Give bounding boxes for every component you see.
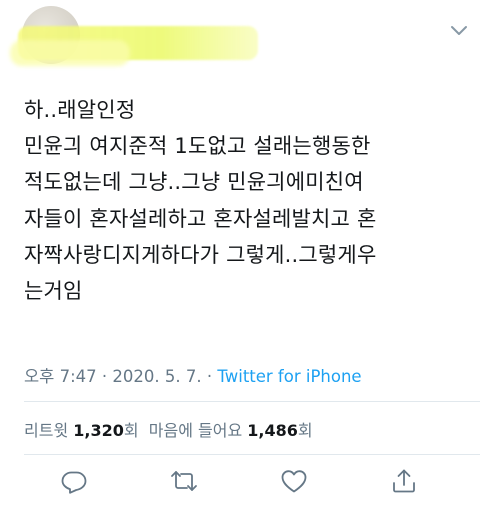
tweet-line: 자들이 혼자설레하고 혼자설레발치고 혼 <box>24 206 377 231</box>
retweet-unit: 회 <box>123 421 139 440</box>
divider <box>24 401 480 402</box>
tweet-line: 하..래알인정 <box>24 98 136 122</box>
heart-icon <box>281 470 307 493</box>
reply-icon <box>61 471 87 494</box>
tweet-line: 적도없는데 그냥..그냥 민윤긔에미친여 <box>24 170 364 195</box>
share-icon <box>393 469 415 493</box>
tweet-date[interactable]: 2020. 5. 7. <box>112 367 201 386</box>
like-count: 1,486 <box>247 421 298 440</box>
retweet-icon <box>171 471 197 491</box>
like-button[interactable] <box>280 467 308 495</box>
redacted-username-blur <box>10 40 130 66</box>
tweet-actions <box>0 467 480 497</box>
retweet-stat[interactable]: 리트윗 1,320회 <box>24 421 139 440</box>
tweet-meta: 오후 7:47 · 2020. 5. 7. · Twitter for iPho… <box>24 363 362 387</box>
retweet-label: 리트윗 <box>24 421 74 440</box>
like-label: 마음에 들어요 <box>138 421 248 440</box>
tweet-line: 민윤긔 여지준적 1도없고 설래는행동한 <box>24 134 371 159</box>
tweet-text: 하..래알인정 민윤긔 여지준적 1도없고 설래는행동한 적도없는데 그냥..그… <box>24 92 464 309</box>
like-unit: 회 <box>297 421 313 440</box>
meta-separator: · <box>96 367 113 386</box>
tweet-stats: 리트윗 1,320회 마음에 들어요 1,486회 <box>24 417 313 441</box>
share-button[interactable] <box>390 467 418 495</box>
reply-button[interactable] <box>60 467 88 495</box>
tweet-line: 자짝사랑디지게하다가 그렇게..그렇게우 <box>24 242 377 267</box>
tweet-line: 는거임 <box>24 279 83 304</box>
tweet-header <box>0 0 480 80</box>
tweet-source-link[interactable]: Twitter for iPhone <box>217 367 361 386</box>
chevron-down-icon[interactable] <box>450 24 468 38</box>
like-stat[interactable]: 마음에 들어요 1,486회 <box>139 421 313 440</box>
tweet-time[interactable]: 오후 7:47 <box>24 367 97 386</box>
meta-separator: · <box>201 367 218 386</box>
retweet-count: 1,320 <box>73 421 124 440</box>
retweet-button[interactable] <box>170 467 198 495</box>
divider <box>24 454 480 455</box>
